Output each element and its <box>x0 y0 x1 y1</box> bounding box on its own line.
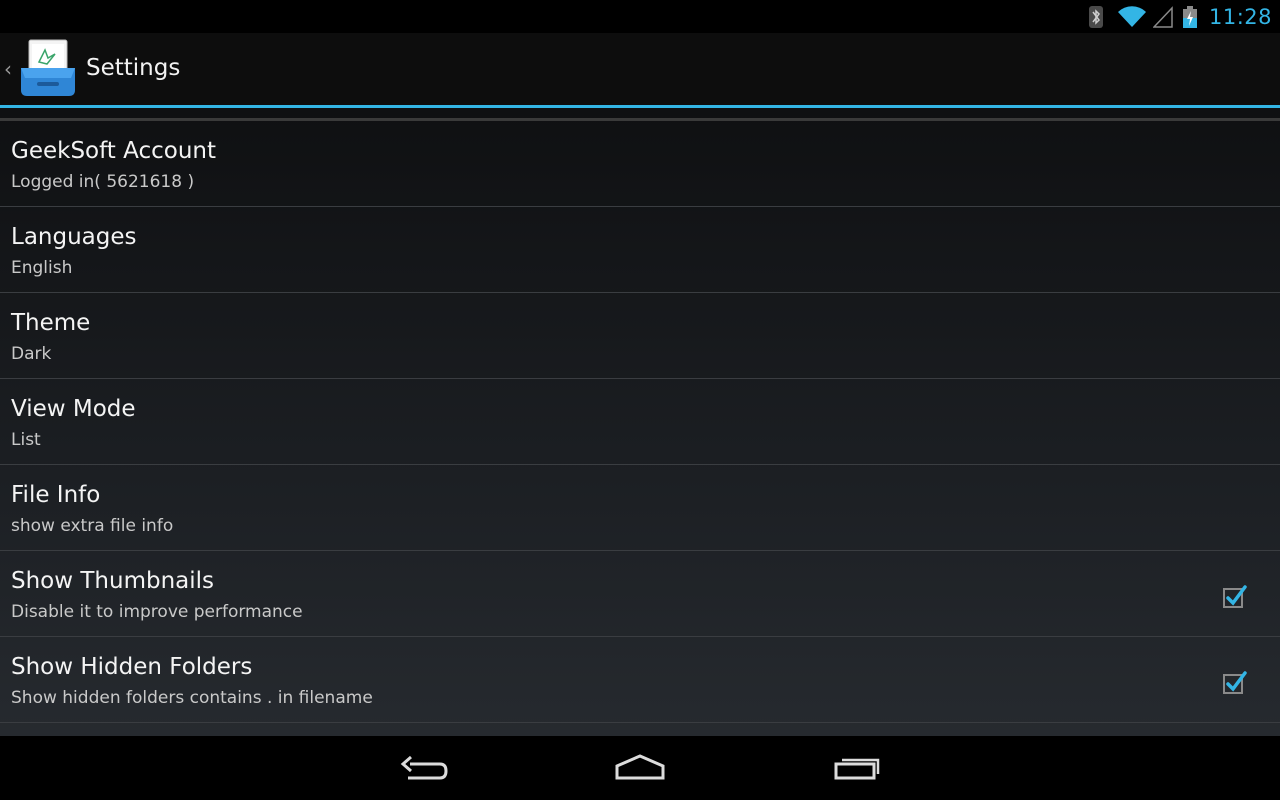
pref-geeksoft-account[interactable]: GeekSoft Account Logged in( 5621618 ) <box>0 121 1280 207</box>
settings-list[interactable]: GeekSoft Account Logged in( 5621618 ) La… <box>0 108 1280 736</box>
pref-summary: List <box>11 430 41 450</box>
pref-view-mode[interactable]: View Mode List <box>0 379 1280 465</box>
status-clock: 11:28 <box>1208 4 1272 29</box>
bluetooth-icon <box>1088 5 1103 28</box>
pref-summary: Show hidden folders contains . in filena… <box>11 688 373 708</box>
pref-title: Theme <box>11 310 91 336</box>
show-hidden-folders-checkbox[interactable] <box>1222 669 1248 695</box>
pref-title: GeekSoft Account <box>11 138 217 164</box>
pref-title: View Mode <box>11 396 136 422</box>
app-icon[interactable] <box>17 38 79 100</box>
page-title: Settings <box>86 55 181 81</box>
action-bar: ‹ Settings <box>0 33 1280 105</box>
pref-summary: English <box>11 258 73 278</box>
cell-signal-icon <box>1152 5 1173 28</box>
recent-apps-icon[interactable] <box>828 750 888 790</box>
pref-summary: Logged in( 5621618 ) <box>11 172 195 192</box>
pref-title: Show Thumbnails <box>11 568 215 594</box>
home-icon[interactable] <box>610 750 670 790</box>
battery-charging-icon <box>1182 5 1197 28</box>
wifi-icon <box>1117 5 1147 28</box>
pref-summary: Disable it to improve performance <box>11 602 303 622</box>
pref-theme[interactable]: Theme Dark <box>0 293 1280 379</box>
navigation-bar <box>0 736 1280 800</box>
pref-title: Languages <box>11 224 137 250</box>
show-thumbnails-checkbox[interactable] <box>1222 583 1248 609</box>
pref-languages[interactable]: Languages English <box>0 207 1280 293</box>
pref-summary: Dark <box>11 344 52 364</box>
pref-file-info[interactable]: File Info show extra file info <box>0 465 1280 551</box>
pref-show-thumbnails[interactable]: Show Thumbnails Disable it to improve pe… <box>0 551 1280 637</box>
back-icon[interactable] <box>394 750 454 790</box>
pref-title: File Info <box>11 482 101 508</box>
status-icons: 11:28 <box>1088 0 1272 33</box>
pref-title: Show Hidden Folders <box>11 654 253 680</box>
up-navigation-icon[interactable]: ‹ <box>4 57 12 81</box>
status-bar: 11:28 <box>0 0 1280 33</box>
pref-show-hidden-folders[interactable]: Show Hidden Folders Show hidden folders … <box>0 637 1280 723</box>
pref-summary: show extra file info <box>11 516 174 536</box>
